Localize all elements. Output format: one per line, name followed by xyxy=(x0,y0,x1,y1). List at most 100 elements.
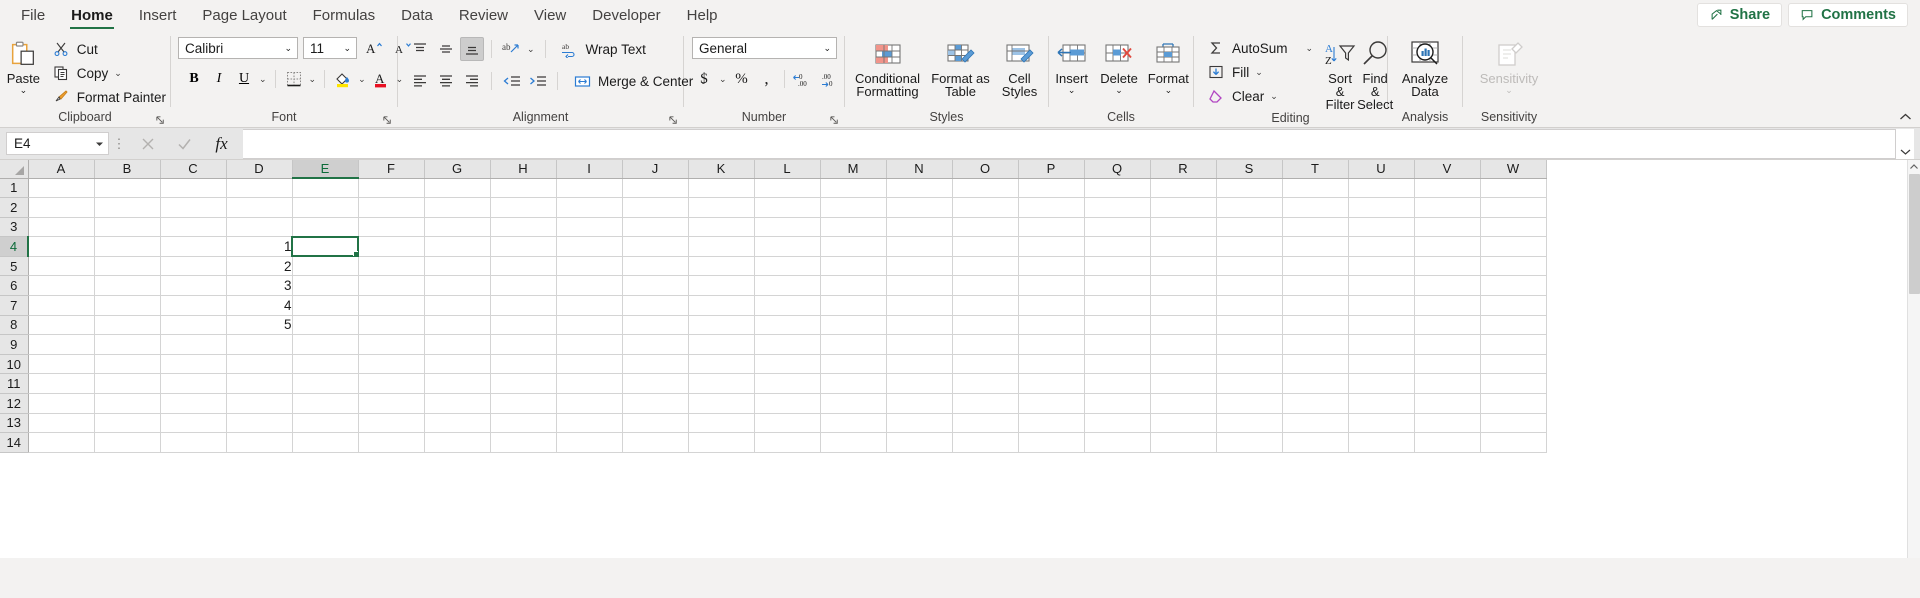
cell-i8[interactable] xyxy=(556,315,623,336)
cell-g8[interactable] xyxy=(424,315,491,336)
cell-o12[interactable] xyxy=(952,393,1019,414)
fill-color-button[interactable] xyxy=(331,67,355,91)
cell-i14[interactable] xyxy=(556,432,623,453)
column-header-b[interactable]: B xyxy=(94,160,161,179)
cell-c9[interactable] xyxy=(160,334,227,355)
cell-o2[interactable] xyxy=(952,197,1019,218)
tab-developer[interactable]: Developer xyxy=(579,0,673,30)
cell-c6[interactable] xyxy=(160,275,227,297)
cell-n4[interactable] xyxy=(886,236,953,257)
cell-s9[interactable] xyxy=(1216,334,1283,355)
cell-m4[interactable] xyxy=(820,236,887,257)
cell-c13[interactable] xyxy=(160,413,227,434)
cell-g6[interactable] xyxy=(424,275,491,297)
cell-a9[interactable] xyxy=(28,334,95,355)
format-cells-button[interactable]: Format ⌄ xyxy=(1144,35,1193,95)
font-size-input[interactable]: 11 ⌄ xyxy=(303,37,357,59)
cell-c3[interactable] xyxy=(160,217,227,238)
cell-q12[interactable] xyxy=(1084,393,1151,414)
delete-cells-button[interactable]: Delete ⌄ xyxy=(1095,35,1142,95)
cell-e9[interactable] xyxy=(292,334,359,355)
tab-insert[interactable]: Insert xyxy=(126,0,190,30)
column-header-t[interactable]: T xyxy=(1282,160,1349,179)
cell-d10[interactable] xyxy=(226,354,293,375)
cell-q10[interactable] xyxy=(1084,354,1151,375)
cell-g7[interactable] xyxy=(424,295,491,316)
cell-w4[interactable] xyxy=(1480,236,1547,257)
tab-formulas[interactable]: Formulas xyxy=(300,0,389,30)
cell-d9[interactable] xyxy=(226,334,293,355)
cell-q3[interactable] xyxy=(1084,217,1151,238)
row-header-10[interactable]: 10 xyxy=(0,354,29,375)
cell-f7[interactable] xyxy=(358,295,425,316)
comma-format-button[interactable]: , xyxy=(755,67,779,91)
cell-u11[interactable] xyxy=(1348,373,1415,395)
sensitivity-button[interactable]: Sensitivity ⌄ xyxy=(1469,35,1549,95)
cell-m8[interactable] xyxy=(820,315,887,336)
cell-o13[interactable] xyxy=(952,413,1019,434)
column-header-a[interactable]: A xyxy=(28,160,95,179)
cell-f1[interactable] xyxy=(358,178,425,199)
increase-font-size-button[interactable]: A xyxy=(362,36,386,60)
cell-v12[interactable] xyxy=(1414,393,1481,414)
cell-l8[interactable] xyxy=(754,315,821,336)
align-right-button[interactable] xyxy=(460,69,484,93)
cell-n13[interactable] xyxy=(886,413,953,434)
cell-f14[interactable] xyxy=(358,432,425,453)
cell-u4[interactable] xyxy=(1348,236,1415,257)
cell-b12[interactable] xyxy=(94,393,161,414)
cell-a3[interactable] xyxy=(28,217,95,238)
cell-h6[interactable] xyxy=(490,275,557,297)
cell-b10[interactable] xyxy=(94,354,161,375)
column-header-q[interactable]: Q xyxy=(1084,160,1151,179)
cell-k10[interactable] xyxy=(688,354,755,375)
cell-t5[interactable] xyxy=(1282,256,1349,277)
cell-m10[interactable] xyxy=(820,354,887,375)
font-name-input[interactable]: Calibri ⌄ xyxy=(178,37,298,59)
cell-l2[interactable] xyxy=(754,197,821,218)
cell-h8[interactable] xyxy=(490,315,557,336)
cell-o9[interactable] xyxy=(952,334,1019,355)
cell-d13[interactable] xyxy=(226,413,293,434)
cell-k9[interactable] xyxy=(688,334,755,355)
cell-t3[interactable] xyxy=(1282,217,1349,238)
cell-p14[interactable] xyxy=(1018,432,1085,453)
cell-d7[interactable]: 4 xyxy=(226,295,293,316)
cell-l11[interactable] xyxy=(754,373,821,395)
cell-v14[interactable] xyxy=(1414,432,1481,453)
cell-v4[interactable] xyxy=(1414,236,1481,257)
cell-d12[interactable] xyxy=(226,393,293,414)
row-header-6[interactable]: 6 xyxy=(0,275,29,297)
cell-r9[interactable] xyxy=(1150,334,1217,355)
cell-p8[interactable] xyxy=(1018,315,1085,336)
column-header-e[interactable]: E xyxy=(292,160,359,179)
cell-a14[interactable] xyxy=(28,432,95,453)
increase-indent-button[interactable] xyxy=(525,69,549,93)
column-header-d[interactable]: D xyxy=(226,160,293,179)
column-header-k[interactable]: K xyxy=(688,160,755,179)
cell-v10[interactable] xyxy=(1414,354,1481,375)
column-header-j[interactable]: J xyxy=(622,160,689,179)
copy-button[interactable]: Copy ⌄ xyxy=(45,61,170,85)
column-header-c[interactable]: C xyxy=(160,160,227,179)
chevron-down-icon[interactable]: ⌄ xyxy=(356,74,368,85)
cell-f8[interactable] xyxy=(358,315,425,336)
cell-a12[interactable] xyxy=(28,393,95,414)
top-align-button[interactable] xyxy=(408,37,432,61)
cell-i7[interactable] xyxy=(556,295,623,316)
cell-g10[interactable] xyxy=(424,354,491,375)
cell-t4[interactable] xyxy=(1282,236,1349,257)
cell-k1[interactable] xyxy=(688,178,755,199)
cell-j14[interactable] xyxy=(622,432,689,453)
cell-b9[interactable] xyxy=(94,334,161,355)
cell-e6[interactable] xyxy=(292,275,359,297)
cell-e11[interactable] xyxy=(292,373,359,395)
cell-b11[interactable] xyxy=(94,373,161,395)
column-header-u[interactable]: U xyxy=(1348,160,1415,179)
cell-m5[interactable] xyxy=(820,256,887,277)
cell-p12[interactable] xyxy=(1018,393,1085,414)
cell-h5[interactable] xyxy=(490,256,557,277)
cell-g3[interactable] xyxy=(424,217,491,238)
cell-o8[interactable] xyxy=(952,315,1019,336)
cell-w3[interactable] xyxy=(1480,217,1547,238)
